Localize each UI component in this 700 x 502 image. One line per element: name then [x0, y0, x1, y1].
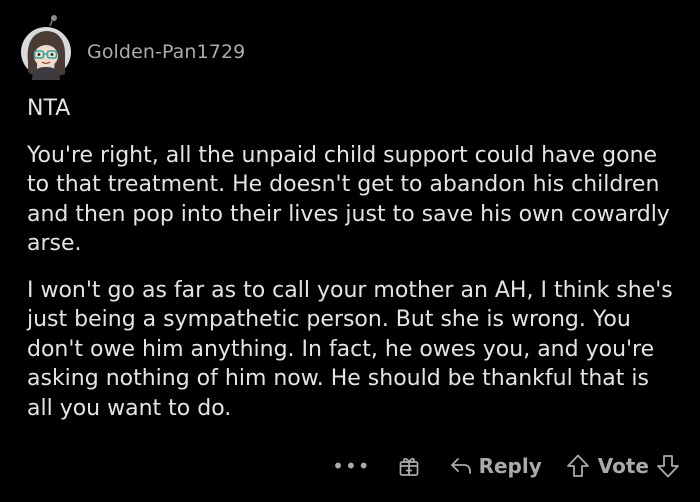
reply-label: Reply — [478, 454, 542, 478]
comment-paragraph: I won't go as far as to call your mother… — [27, 277, 673, 421]
more-options-icon: ••• — [332, 454, 371, 478]
give-award-button[interactable] — [397, 454, 421, 478]
vote-count-label: Vote — [597, 454, 649, 478]
comment-paragraph: NTA — [27, 96, 71, 121]
comment-author[interactable]: Golden-Pan1729 — [87, 41, 245, 63]
downvote-button[interactable] — [656, 453, 680, 479]
upvote-button[interactable] — [566, 453, 590, 479]
more-options-button[interactable]: ••• — [332, 456, 370, 476]
snoo-avatar-icon — [21, 15, 71, 80]
comment-body: NTA You're right, all the unpaid child s… — [27, 94, 677, 440]
comment-action-bar: ••• Reply Vote — [332, 449, 680, 483]
reply-button[interactable]: Reply — [449, 454, 542, 478]
comment-card: Golden-Pan1729 NTA You're right, all the… — [0, 0, 700, 502]
downvote-arrow-icon — [657, 455, 679, 478]
reply-arrow-icon — [450, 458, 471, 474]
upvote-arrow-icon — [566, 454, 589, 477]
comment-paragraph: You're right, all the unpaid child suppo… — [27, 142, 670, 257]
comment-header: Golden-Pan1729 — [20, 14, 245, 80]
gift-award-icon — [399, 457, 418, 476]
user-avatar[interactable] — [20, 14, 76, 80]
